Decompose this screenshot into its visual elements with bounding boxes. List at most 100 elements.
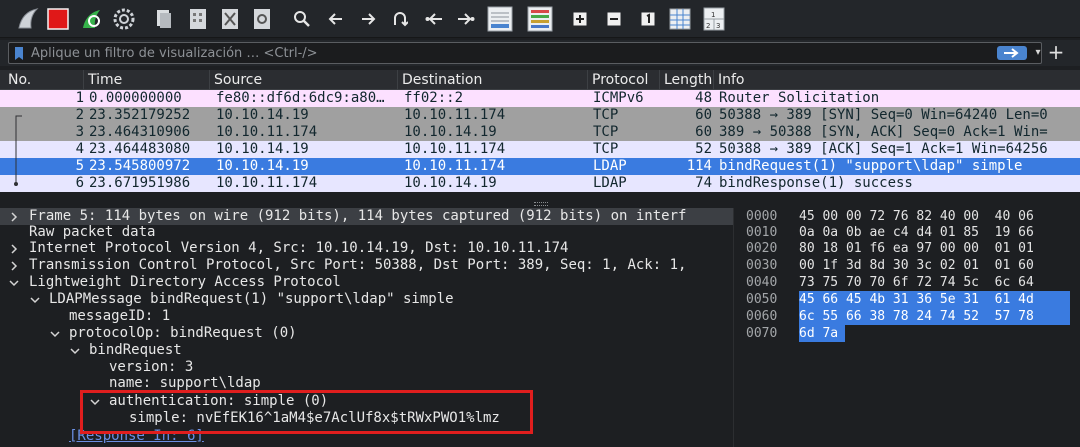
chevron-right-icon[interactable] xyxy=(8,240,20,257)
chevron-right-icon[interactable] xyxy=(8,208,20,225)
packet-row[interactable]: 4 23.464483080 10.10.14.19 10.10.11.174 … xyxy=(0,141,1080,158)
column-header-protocol[interactable]: Protocol xyxy=(588,70,660,90)
packet-destination: ff02::2 xyxy=(404,90,464,106)
bytes-offset: 0060 xyxy=(746,309,778,324)
zoom-out-icon[interactable] xyxy=(600,5,628,33)
column-header-source[interactable]: Source xyxy=(210,70,398,90)
packet-bytes-pane: 0000 45 00 00 72 76 82 40 00 40 06 0010 … xyxy=(734,208,1080,447)
chevron-right-icon[interactable] xyxy=(8,257,20,274)
packet-time: 23.464310906 xyxy=(89,124,191,140)
go-to-packet-icon[interactable] xyxy=(386,5,414,33)
packet-list: No. Time Source Destination Protocol Len… xyxy=(0,70,1080,194)
bytes-row[interactable]: 0040 73 75 70 70 6f 72 74 5c 6c 64 xyxy=(734,274,1080,291)
bytes-hex: 0a 0a 0b ae c4 d4 01 85 19 66 xyxy=(799,225,1034,240)
detail-row-ip[interactable]: Internet Protocol Version 4, Src: 10.10.… xyxy=(0,240,733,257)
packet-no: 5 xyxy=(75,158,84,174)
bytes-row[interactable]: 0030 00 1f 3d 8d 30 3c 02 01 01 60 xyxy=(734,257,1080,274)
packet-row[interactable]: 6 23.671951986 10.10.11.174 10.10.14.19 … xyxy=(0,175,1080,192)
normal-size-icon[interactable] xyxy=(634,5,662,33)
packet-length: 114 xyxy=(686,158,712,174)
packet-row-selected[interactable]: 5 23.545800972 10.10.14.19 10.10.11.174 … xyxy=(0,158,1080,175)
detail-row-messageid[interactable]: messageID: 1 xyxy=(0,308,733,325)
chevron-down-icon[interactable] xyxy=(69,342,81,359)
packet-destination: 10.10.11.174 xyxy=(404,107,506,123)
bytes-offset: 0070 xyxy=(746,326,778,341)
column-header-destination[interactable]: Destination xyxy=(398,70,588,90)
packet-info: bindRequest(1) "support\ldap" simple xyxy=(719,158,1023,174)
packet-protocol: LDAP xyxy=(593,175,627,191)
bytes-hex: 00 1f 3d 8d 30 3c 02 01 01 60 xyxy=(799,258,1034,273)
packet-info: bindResponse(1) success xyxy=(719,175,913,191)
packet-row[interactable]: 3 23.464310906 10.10.11.174 10.10.14.19 … xyxy=(0,124,1080,141)
reload-icon[interactable] xyxy=(248,5,276,33)
column-header-info[interactable]: Info xyxy=(714,70,1080,90)
detail-row-frame[interactable]: Frame 5: 114 bytes on wire (912 bits), 1… xyxy=(0,208,733,225)
bytes-row[interactable]: 0060 6c 55 66 38 78 24 74 52 57 78 xyxy=(734,308,1080,325)
save-file-icon[interactable] xyxy=(184,5,212,33)
packet-list-header: No. Time Source Destination Protocol Len… xyxy=(0,70,1080,90)
bytes-offset: 0010 xyxy=(746,225,778,240)
first-packet-icon[interactable] xyxy=(420,5,448,33)
bytes-row[interactable]: 0000 45 00 00 72 76 82 40 00 40 06 xyxy=(734,208,1080,225)
bytes-row[interactable]: 0050 45 66 45 4b 31 36 5e 31 61 4d xyxy=(734,291,1080,308)
packet-length: 52 xyxy=(695,141,712,157)
bytes-offset: 0050 xyxy=(746,292,778,307)
detail-row-ldapmessage[interactable]: LDAPMessage bindRequest(1) "support\ldap… xyxy=(0,291,733,308)
chevron-down-icon[interactable] xyxy=(8,274,20,291)
bytes-row[interactable]: 0020 80 18 01 f6 ea 97 00 00 01 01 xyxy=(734,240,1080,257)
packet-destination: 10.10.14.19 xyxy=(404,124,497,140)
go-back-icon[interactable] xyxy=(322,5,350,33)
detail-row-version[interactable]: version: 3 xyxy=(0,359,733,376)
bytes-row[interactable]: 0070 6d 7a xyxy=(734,325,1080,342)
apply-filter-button[interactable] xyxy=(997,46,1027,60)
packet-details-pane: Frame 5: 114 bytes on wire (912 bits), 1… xyxy=(0,208,733,447)
expand-subtrees-icon[interactable]: 123 xyxy=(700,5,728,33)
packet-destination: 10.10.11.174 xyxy=(404,141,506,157)
column-header-no[interactable]: No. xyxy=(4,70,84,90)
detail-row-ldap[interactable]: Lightweight Directory Access Protocol xyxy=(0,274,733,291)
bookmark-icon[interactable] xyxy=(14,46,24,60)
packet-no: 6 xyxy=(75,175,84,191)
detail-row-tcp[interactable]: Transmission Control Protocol, Src Port:… xyxy=(0,257,733,274)
bytes-row[interactable]: 0010 0a 0a 0b ae c4 d4 01 85 19 66 xyxy=(734,224,1080,241)
svg-text:1: 1 xyxy=(711,11,715,19)
bytes-hex: 73 75 70 70 6f 72 74 5c 6c 64 xyxy=(799,275,1034,290)
chevron-down-icon[interactable]: ▾ xyxy=(1031,46,1045,60)
colorize-icon[interactable] xyxy=(526,5,554,33)
chevron-down-icon[interactable] xyxy=(49,325,61,342)
packet-row[interactable]: 1 0.000000000 fe80::df6d:6dc9:a80… ff02:… xyxy=(0,90,1080,107)
packet-time: 23.352179252 xyxy=(89,107,191,123)
display-filter-input[interactable]: Aplique un filtro de visualización … <Ct… xyxy=(8,42,1042,64)
detail-row-bindrequest[interactable]: bindRequest xyxy=(0,342,733,359)
packet-row[interactable]: 2 23.352179252 10.10.14.19 10.10.11.174 … xyxy=(0,107,1080,124)
packet-time: 23.464483080 xyxy=(89,141,191,157)
close-file-icon[interactable] xyxy=(216,5,244,33)
restart-capture-icon[interactable] xyxy=(78,5,106,33)
packet-length: 60 xyxy=(695,107,712,123)
add-filter-button[interactable]: + xyxy=(1046,42,1066,62)
packet-time: 0.000000000 xyxy=(89,90,182,106)
last-packet-icon[interactable] xyxy=(452,5,480,33)
stop-icon[interactable] xyxy=(44,5,72,33)
packet-source: 10.10.11.174 xyxy=(216,175,318,191)
go-forward-icon[interactable] xyxy=(354,5,382,33)
detail-row-raw[interactable]: Raw packet data xyxy=(0,224,733,241)
packet-info: 50388 → 389 [SYN] Seq=0 Win=64240 Len=0 xyxy=(719,107,1048,123)
capture-options-icon[interactable] xyxy=(110,5,138,33)
filter-placeholder: Aplique un filtro de visualización … <Ct… xyxy=(31,46,318,61)
packet-time: 23.671951986 xyxy=(89,175,191,191)
find-icon[interactable] xyxy=(288,5,316,33)
open-file-icon[interactable] xyxy=(150,5,178,33)
chevron-down-icon[interactable] xyxy=(29,291,41,308)
pane-splitter[interactable] xyxy=(0,200,1080,208)
detail-row-protocolop[interactable]: protocolOp: bindRequest (0) xyxy=(0,325,733,342)
resize-columns-icon[interactable] xyxy=(666,5,694,33)
shark-fin-icon[interactable] xyxy=(14,5,42,33)
auto-scroll-icon[interactable] xyxy=(486,5,514,33)
splitter-grip-icon[interactable] xyxy=(534,202,548,206)
column-header-length[interactable]: Length xyxy=(660,70,714,90)
zoom-in-icon[interactable] xyxy=(566,5,594,33)
column-header-time[interactable]: Time xyxy=(84,70,210,90)
bytes-hex: 6d 7a xyxy=(799,326,839,341)
packet-protocol: TCP xyxy=(593,141,619,157)
